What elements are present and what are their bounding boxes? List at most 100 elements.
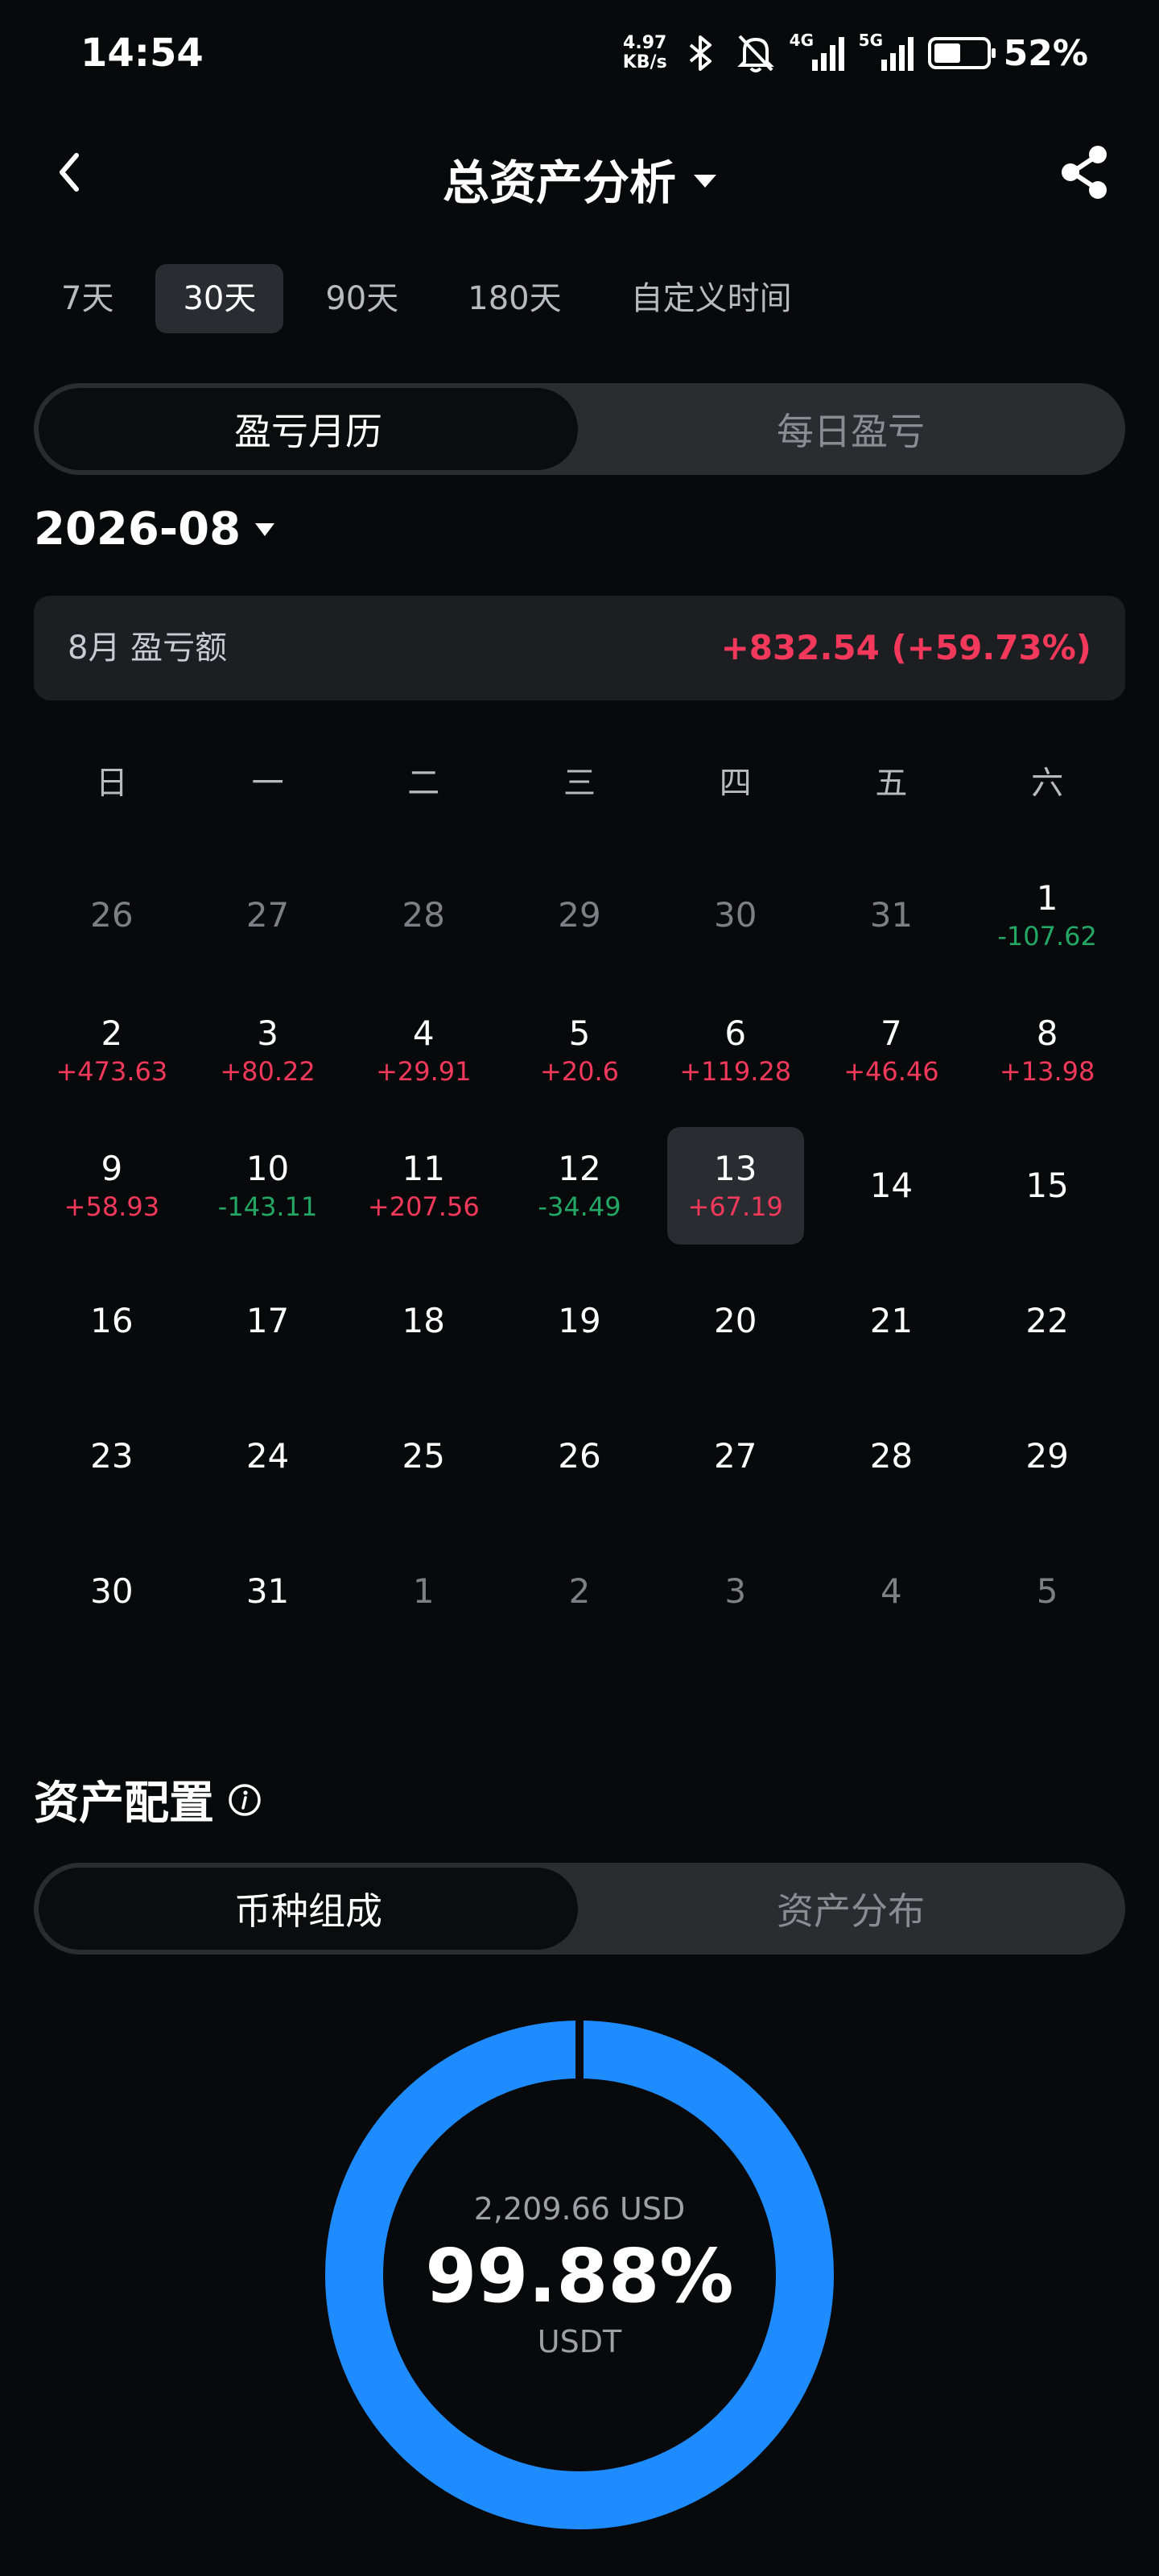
calendar-day[interactable]: 2 bbox=[511, 1533, 648, 1650]
day-number: 21 bbox=[869, 1301, 914, 1340]
info-icon[interactable] bbox=[227, 1782, 262, 1818]
weekday-header: 日一二三四五六 bbox=[34, 757, 1125, 803]
mute-bell-icon bbox=[735, 32, 777, 74]
day-number: 20 bbox=[713, 1301, 757, 1340]
day-pnl: +207.56 bbox=[367, 1191, 480, 1222]
tab-asset-distribution[interactable]: 资产分布 bbox=[581, 1868, 1120, 1950]
calendar-day[interactable]: 26 bbox=[43, 857, 180, 974]
month-pnl-summary: 8月 盈亏额 +832.54 (+59.73%) bbox=[34, 596, 1125, 700]
calendar-day[interactable]: 1 -107.62 bbox=[979, 857, 1116, 974]
calendar-day[interactable]: 2 +473.63 bbox=[43, 992, 180, 1109]
calendar-day[interactable]: 11 +207.56 bbox=[355, 1127, 492, 1245]
range-tab[interactable]: 7天 bbox=[34, 264, 141, 333]
calendar-day[interactable]: 31 bbox=[200, 1533, 336, 1650]
tab-pnl-calendar[interactable]: 盈亏月历 bbox=[39, 388, 578, 470]
day-number: 1 bbox=[1036, 878, 1058, 918]
battery-icon bbox=[927, 37, 996, 69]
calendar-day[interactable]: 15 bbox=[979, 1127, 1116, 1245]
calendar-day[interactable]: 21 bbox=[823, 1262, 960, 1380]
calendar-day[interactable]: 28 bbox=[355, 857, 492, 974]
calendar-day[interactable]: 19 bbox=[511, 1262, 648, 1380]
calendar-day[interactable]: 18 bbox=[355, 1262, 492, 1380]
calendar-day[interactable]: 4 +29.91 bbox=[355, 992, 492, 1109]
network-speed-value: 4.97 bbox=[623, 33, 667, 53]
day-number: 11 bbox=[402, 1149, 445, 1188]
calendar-day[interactable]: 29 bbox=[511, 857, 648, 974]
tab-daily-pnl[interactable]: 每日盈亏 bbox=[581, 388, 1120, 470]
calendar-day[interactable]: 29 bbox=[979, 1397, 1116, 1515]
calendar-day[interactable]: 31 bbox=[823, 857, 960, 974]
calendar-day[interactable]: 17 bbox=[200, 1262, 336, 1380]
signal-5g-label: 5G bbox=[858, 31, 884, 50]
day-pnl: +29.91 bbox=[376, 1056, 472, 1087]
month-selector[interactable]: 2026-08 bbox=[34, 503, 275, 555]
day-pnl: +46.46 bbox=[843, 1056, 939, 1087]
calendar-day[interactable]: 28 bbox=[823, 1397, 960, 1515]
calendar-day[interactable]: 23 bbox=[43, 1397, 180, 1515]
day-number: 25 bbox=[402, 1436, 445, 1476]
day-pnl: +20.6 bbox=[539, 1056, 620, 1087]
calendar-day[interactable]: 13 +67.19 bbox=[666, 1127, 804, 1245]
calendar-day[interactable]: 3 bbox=[667, 1533, 804, 1650]
network-speed-unit: KB/s bbox=[622, 52, 667, 72]
weekday-label: 二 bbox=[407, 765, 440, 802]
donut-percent: 99.88% bbox=[425, 2232, 734, 2319]
calendar-day[interactable]: 30 bbox=[667, 857, 804, 974]
calendar-day[interactable]: 22 bbox=[979, 1262, 1116, 1380]
share-button[interactable] bbox=[1056, 143, 1114, 201]
day-number: 5 bbox=[1036, 1571, 1058, 1611]
calendar-day[interactable]: 27 bbox=[667, 1397, 804, 1515]
tab-coin-composition[interactable]: 币种组成 bbox=[39, 1868, 578, 1950]
day-pnl: +67.19 bbox=[687, 1191, 783, 1222]
calendar-day[interactable]: 10 -143.11 bbox=[200, 1127, 336, 1245]
calendar-day[interactable]: 7 +46.46 bbox=[823, 992, 960, 1109]
day-number: 3 bbox=[724, 1571, 747, 1611]
donut-center: 2,209.66 USD 99.88% USDT bbox=[322, 2017, 837, 2533]
network-speed: 4.97 KB/s bbox=[623, 34, 667, 72]
calendar-day[interactable]: 30 bbox=[43, 1533, 180, 1650]
calendar-day[interactable]: 4 bbox=[823, 1533, 960, 1650]
day-number: 5 bbox=[568, 1013, 591, 1053]
day-number: 14 bbox=[869, 1166, 914, 1205]
title-dropdown[interactable]: 总资产分析 bbox=[0, 145, 1159, 213]
range-tab[interactable]: 自定义时间 bbox=[604, 264, 819, 333]
calendar-day[interactable]: 14 bbox=[823, 1127, 960, 1245]
calendar-day[interactable]: 8 +13.98 bbox=[979, 992, 1116, 1109]
calendar-day[interactable]: 27 bbox=[200, 857, 336, 974]
status-time: 14:54 bbox=[80, 31, 204, 76]
section-title: 资产配置 bbox=[34, 1777, 214, 1830]
time-range-tabs: 7天 30天 90天 180天 自定义时间 bbox=[34, 264, 819, 333]
calendar-day[interactable]: 9 +58.93 bbox=[43, 1127, 180, 1245]
day-number: 4 bbox=[412, 1013, 435, 1053]
calendar-day[interactable]: 24 bbox=[200, 1397, 336, 1515]
range-tab[interactable]: 30天 bbox=[155, 264, 284, 333]
signal-4g-label: 4G bbox=[789, 31, 815, 50]
day-number: 1 bbox=[412, 1571, 435, 1611]
range-tab[interactable]: 180天 bbox=[440, 264, 588, 333]
calendar-day[interactable]: 3 +80.22 bbox=[200, 992, 336, 1109]
day-number: 23 bbox=[90, 1436, 134, 1476]
calendar-day[interactable]: 5 bbox=[979, 1533, 1116, 1650]
range-tab[interactable]: 90天 bbox=[298, 264, 426, 333]
calendar-day[interactable]: 16 bbox=[43, 1262, 180, 1380]
caret-down-icon bbox=[255, 522, 275, 536]
calendar-day[interactable]: 25 bbox=[355, 1397, 492, 1515]
battery-percent: 52% bbox=[1003, 32, 1088, 74]
day-number: 4 bbox=[881, 1571, 902, 1611]
calendar-day[interactable]: 12 -34.49 bbox=[511, 1127, 648, 1245]
summary-value: +832.54 (+59.73%) bbox=[720, 628, 1091, 667]
day-number: 12 bbox=[558, 1149, 601, 1188]
calendar-day[interactable]: 26 bbox=[511, 1397, 648, 1515]
day-number: 10 bbox=[245, 1149, 290, 1188]
calendar-day[interactable]: 1 bbox=[355, 1533, 492, 1650]
month-label: 2026-08 bbox=[34, 503, 241, 555]
calendar-day[interactable]: 5 +20.6 bbox=[511, 992, 648, 1109]
calendar-day[interactable]: 6 +119.28 bbox=[667, 992, 804, 1109]
calendar-day[interactable]: 20 bbox=[667, 1262, 804, 1380]
signal-5g-icon: 5G bbox=[858, 31, 915, 74]
day-number: 29 bbox=[1025, 1436, 1069, 1476]
bluetooth-icon bbox=[680, 32, 722, 74]
donut-amount: 2,209.66 USD bbox=[473, 2190, 686, 2227]
day-number: 16 bbox=[90, 1301, 134, 1340]
asset-view-switch: 币种组成 资产分布 bbox=[34, 1863, 1125, 1955]
